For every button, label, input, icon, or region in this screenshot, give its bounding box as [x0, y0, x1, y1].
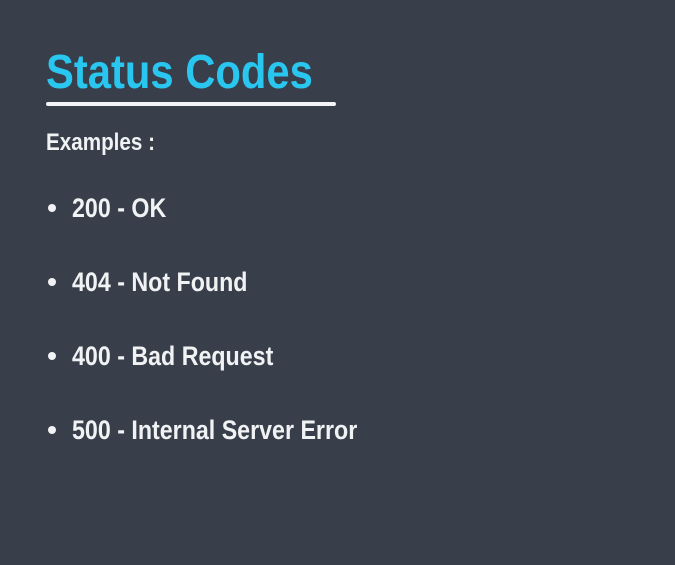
list-item-text: 404 - Not Found [72, 267, 248, 297]
title-underline [46, 102, 336, 106]
bullet-icon [48, 426, 56, 434]
bullet-icon [48, 352, 56, 360]
examples-heading: Examples : [46, 129, 155, 156]
list-item-text: 200 - OK [72, 193, 167, 223]
slide-title: Status Codes [46, 46, 313, 99]
title-block: Status Codes [46, 44, 353, 106]
bullet-icon [48, 204, 56, 212]
bullet-icon [48, 278, 56, 286]
slide: Status Codes Examples : 200 - OK 404 - N… [0, 0, 675, 565]
list-item-text: 400 - Bad Request [72, 341, 274, 371]
list-item-text: 500 - Internal Server Error [72, 415, 358, 445]
